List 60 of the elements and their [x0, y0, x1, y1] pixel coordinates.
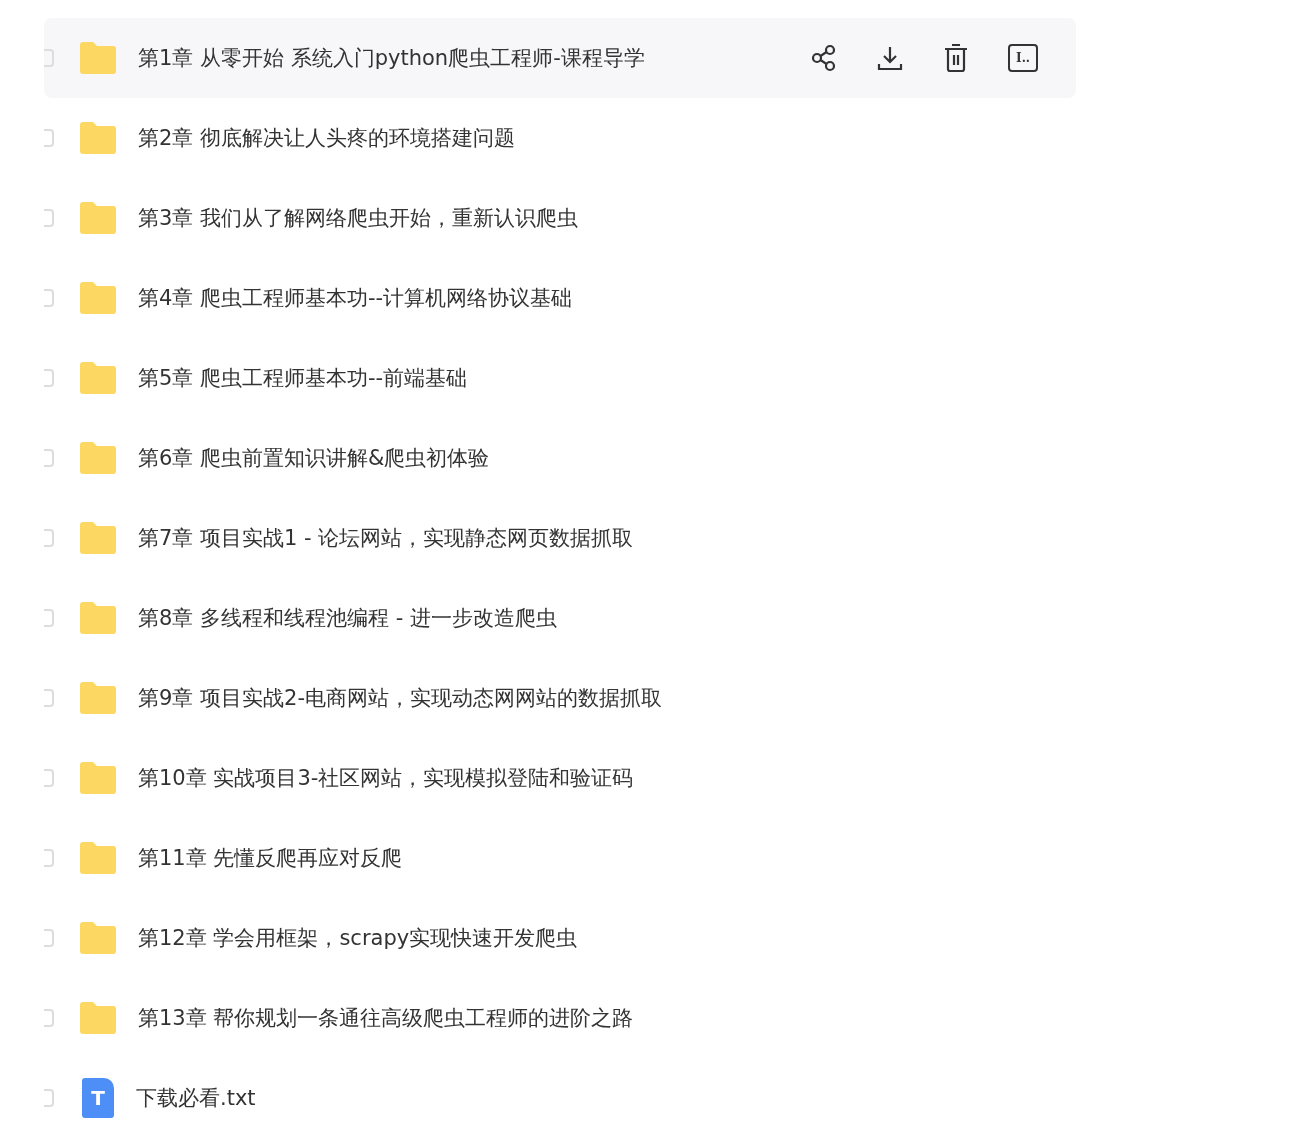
folder-icon	[78, 121, 118, 155]
folder-icon	[78, 681, 118, 715]
share-icon[interactable]	[810, 44, 838, 72]
folder-icon	[78, 761, 118, 795]
folder-icon	[78, 601, 118, 635]
folder-icon	[78, 841, 118, 875]
file-row[interactable]: 第3章 我们从了解网络爬虫开始，重新认识爬虫	[44, 178, 1076, 258]
file-row[interactable]: 第4章 爬虫工程师基本功--计算机网络协议基础	[44, 258, 1076, 338]
file-row[interactable]: 第11章 先懂反爬再应对反爬	[44, 818, 1076, 898]
file-row[interactable]: 第12章 学会用框架，scrapy实现快速开发爬虫	[44, 898, 1076, 978]
file-row[interactable]: 第7章 项目实战1 - 论坛网站，实现静态网页数据抓取	[44, 498, 1076, 578]
file-row[interactable]: 第5章 爬虫工程师基本功--前端基础	[44, 338, 1076, 418]
file-name[interactable]: 第11章 先懂反爬再应对反爬	[138, 844, 403, 872]
file-name[interactable]: 第6章 爬虫前置知识讲解&爬虫初体验	[138, 444, 490, 472]
folder-icon	[78, 41, 118, 75]
folder-icon	[78, 1001, 118, 1035]
folder-icon	[78, 201, 118, 235]
checkbox[interactable]	[44, 369, 54, 387]
trash-icon[interactable]	[942, 43, 970, 73]
checkbox[interactable]	[44, 289, 54, 307]
file-row[interactable]: 第13章 帮你规划一条通往高级爬虫工程师的进阶之路	[44, 978, 1076, 1058]
folder-icon	[78, 521, 118, 555]
file-name[interactable]: 第10章 实战项目3-社区网站，实现模拟登陆和验证码	[138, 764, 634, 792]
file-row[interactable]: 第8章 多线程和线程池编程 - 进一步改造爬虫	[44, 578, 1076, 658]
file-name[interactable]: 第4章 爬虫工程师基本功--计算机网络协议基础	[138, 284, 573, 312]
file-name[interactable]: 第7章 项目实战1 - 论坛网站，实现静态网页数据抓取	[138, 524, 634, 552]
file-row[interactable]: 第2章 彻底解决让人头疼的环境搭建问题	[44, 98, 1076, 178]
file-row[interactable]: 第9章 项目实战2-电商网站，实现动态网网站的数据抓取	[44, 658, 1076, 738]
folder-icon	[78, 361, 118, 395]
checkbox[interactable]	[44, 449, 54, 467]
file-name[interactable]: 第5章 爬虫工程师基本功--前端基础	[138, 364, 468, 392]
file-row[interactable]: 第10章 实战项目3-社区网站，实现模拟登陆和验证码	[44, 738, 1076, 818]
checkbox[interactable]	[44, 1009, 54, 1027]
checkbox[interactable]	[44, 209, 54, 227]
file-row-highlighted[interactable]: 第1章 从零开始 系统入门python爬虫工程师-课程导学 I..	[44, 18, 1076, 98]
checkbox[interactable]	[44, 929, 54, 947]
checkbox[interactable]	[44, 529, 54, 547]
folder-icon	[78, 281, 118, 315]
file-name[interactable]: 第3章 我们从了解网络爬虫开始，重新认识爬虫	[138, 204, 579, 232]
checkbox[interactable]	[44, 769, 54, 787]
checkbox[interactable]	[44, 689, 54, 707]
download-icon[interactable]	[876, 44, 904, 72]
checkbox[interactable]	[44, 849, 54, 867]
checkbox[interactable]	[44, 49, 54, 67]
folder-icon	[78, 921, 118, 955]
file-name[interactable]: 第12章 学会用框架，scrapy实现快速开发爬虫	[138, 924, 578, 952]
file-name[interactable]: 第13章 帮你规划一条通往高级爬虫工程师的进阶之路	[138, 1004, 634, 1032]
folder-icon	[78, 441, 118, 475]
file-name[interactable]: 第1章 从零开始 系统入门python爬虫工程师-课程导学	[138, 44, 645, 72]
text-file-icon: T	[82, 1078, 114, 1118]
rename-icon[interactable]: I..	[1008, 44, 1038, 72]
file-name[interactable]: 第8章 多线程和线程池编程 - 进一步改造爬虫	[138, 604, 557, 632]
file-name[interactable]: 第9章 项目实战2-电商网站，实现动态网网站的数据抓取	[138, 684, 662, 712]
file-name[interactable]: 下载必看.txt	[136, 1084, 256, 1112]
checkbox[interactable]	[44, 609, 54, 627]
checkbox[interactable]	[44, 1089, 54, 1107]
file-name[interactable]: 第2章 彻底解决让人头疼的环境搭建问题	[138, 124, 516, 152]
checkbox[interactable]	[44, 129, 54, 147]
file-row[interactable]: 第6章 爬虫前置知识讲解&爬虫初体验	[44, 418, 1076, 498]
file-row[interactable]: T 下载必看.txt	[44, 1058, 1076, 1138]
